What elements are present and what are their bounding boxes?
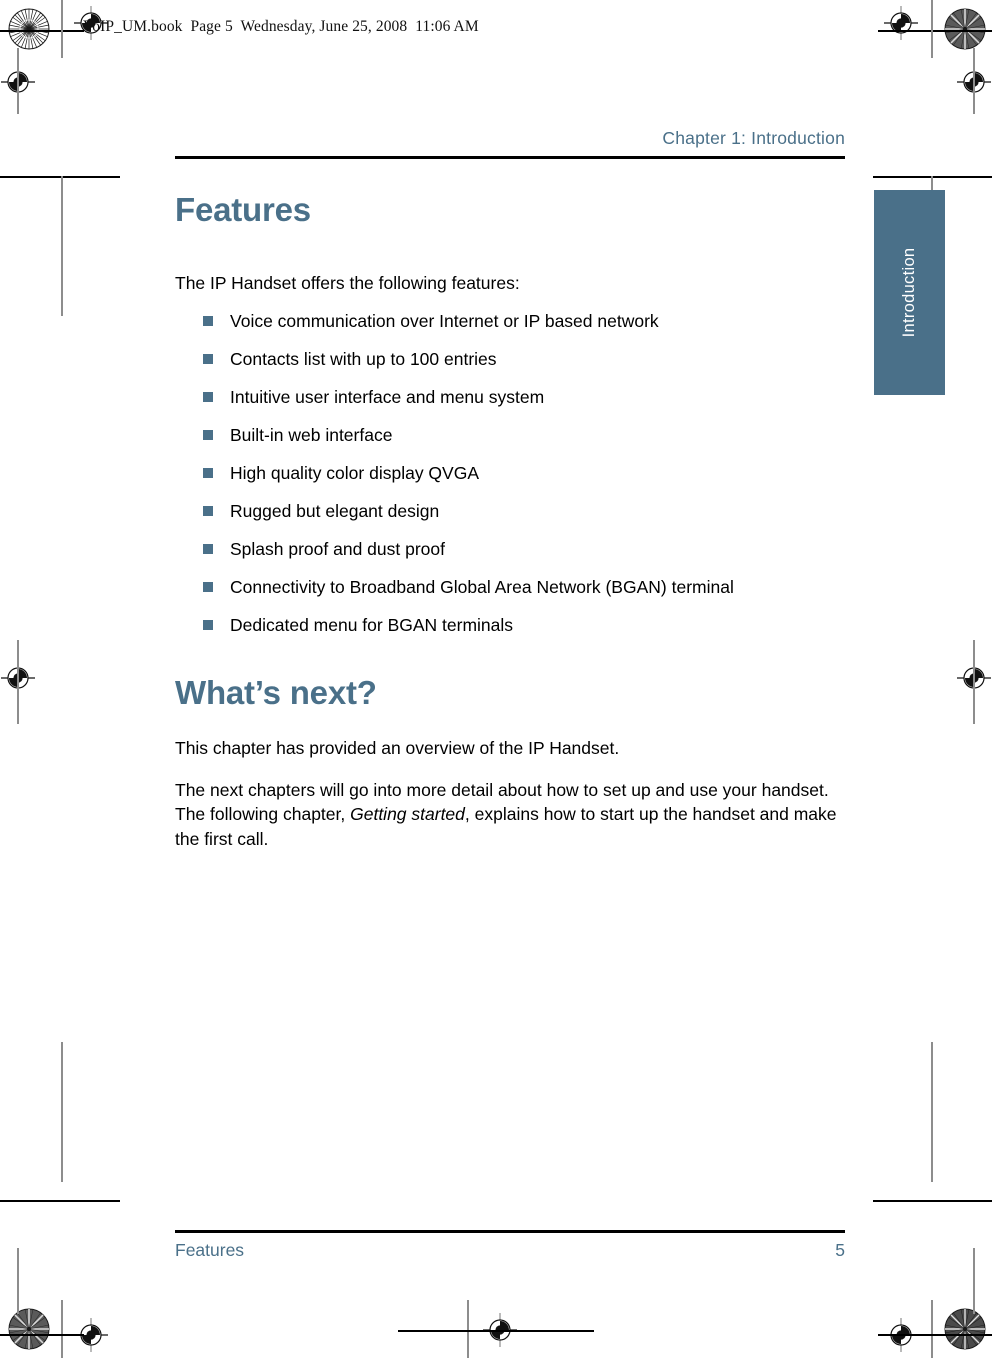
paragraph-emphasis-getting-started: Getting started <box>350 804 465 824</box>
trim-rule-top-left-v <box>61 0 63 58</box>
footer-rule <box>175 1230 845 1233</box>
list-item-label: High quality color display QVGA <box>230 463 479 483</box>
bullet-square-icon <box>203 392 213 402</box>
trim-rule-right-lower-v <box>931 1042 933 1182</box>
list-item: Voice communication over Internet or IP … <box>175 309 845 333</box>
list-item-label: Splash proof and dust proof <box>230 539 446 559</box>
trim-rule-right-lower-h <box>873 1200 992 1202</box>
list-item: Splash proof and dust proof <box>175 537 845 561</box>
trim-rule-left-upper2-v <box>17 48 19 114</box>
footer-page-number: 5 <box>835 1240 845 1260</box>
thumb-tab-introduction: Introduction <box>874 190 945 395</box>
thumb-tab-label: Introduction <box>900 247 918 338</box>
rosette-mark-top-left <box>8 8 50 50</box>
bullet-square-icon <box>203 620 213 630</box>
bullet-square-icon <box>203 544 213 554</box>
list-item-label: Intuitive user interface and menu system <box>230 387 545 407</box>
list-item-label: Connectivity to Broadband Global Area Ne… <box>230 577 734 597</box>
trim-rule-bottom-center-h <box>398 1330 594 1332</box>
rosette-mark-bottom-right <box>944 1308 986 1350</box>
trim-rule-bottom-right-v <box>931 1300 933 1358</box>
file-banner: VoIP_UM.book Page 5 Wednesday, June 25, … <box>83 18 479 35</box>
list-item: Connectivity to Broadband Global Area Ne… <box>175 575 845 599</box>
section-title-whats-next: What’s next? <box>175 674 377 711</box>
page-content: Features The IP Handset offers the follo… <box>175 190 845 851</box>
paragraph-next-chapters: The next chapters will go into more deta… <box>175 778 845 852</box>
paragraph-overview: This chapter has provided an overview of… <box>175 738 620 758</box>
list-item: Rugged but elegant design <box>175 499 845 523</box>
rosette-mark-top-right <box>944 8 986 50</box>
bullet-square-icon <box>203 468 213 478</box>
trim-rule-right-upper-h <box>873 176 992 178</box>
bullet-square-icon <box>203 354 213 364</box>
registration-mark-top-right <box>884 6 918 40</box>
list-item: Intuitive user interface and menu system <box>175 385 845 409</box>
list-item-label: Contacts list with up to 100 entries <box>230 349 497 369</box>
trim-rule-left-lower-h <box>0 1200 120 1202</box>
trim-rule-left-lower-v <box>61 1042 63 1182</box>
list-item: Built-in web interface <box>175 423 845 447</box>
bullet-square-icon <box>203 506 213 516</box>
trim-rule-left-upper-h <box>0 176 120 178</box>
trim-rule-left-upper-v <box>61 176 63 316</box>
list-item: High quality color display QVGA <box>175 461 845 485</box>
trim-rule-right-middle-v <box>973 640 975 724</box>
trim-rule-right-upper2-v <box>973 48 975 114</box>
trim-rule-top-right-v <box>931 0 933 58</box>
trim-rule-left-lower2-v <box>17 1248 19 1314</box>
page-title: Features <box>175 191 311 228</box>
trim-rule-bottom-right-h <box>878 1334 992 1336</box>
running-header-chapter: Chapter 1: Introduction <box>662 128 845 148</box>
footer-section-label: Features <box>175 1240 245 1260</box>
list-item: Contacts list with up to 100 entries <box>175 347 845 371</box>
document-page: VoIP_UM.book Page 5 Wednesday, June 25, … <box>0 0 992 1358</box>
page-footer: Features 5 <box>175 1240 845 1261</box>
trim-rule-top-right-h <box>878 30 992 32</box>
features-intro-text: The IP Handset offers the following feat… <box>175 273 520 293</box>
list-item: Dedicated menu for BGAN terminals <box>175 613 845 637</box>
bullet-square-icon <box>203 582 213 592</box>
rosette-mark-bottom-left <box>8 1308 50 1350</box>
list-item-label: Voice communication over Internet or IP … <box>230 311 659 331</box>
list-item-label: Dedicated menu for BGAN terminals <box>230 615 514 635</box>
list-item-label: Built-in web interface <box>230 425 393 445</box>
bullet-square-icon <box>203 316 213 326</box>
trim-rule-left-middle-v <box>17 640 19 724</box>
trim-rule-bottom-left-v <box>61 1300 63 1358</box>
features-list: Voice communication over Internet or IP … <box>175 309 845 637</box>
bullet-square-icon <box>203 430 213 440</box>
trim-rule-top-left-h <box>0 30 84 32</box>
trim-rule-bottom-left-h <box>0 1334 84 1336</box>
trim-rule-bottom-center-v <box>467 1300 469 1358</box>
list-item-label: Rugged but elegant design <box>230 501 440 521</box>
trim-rule-right-lower2-v <box>973 1248 975 1314</box>
header-rule <box>175 156 845 159</box>
